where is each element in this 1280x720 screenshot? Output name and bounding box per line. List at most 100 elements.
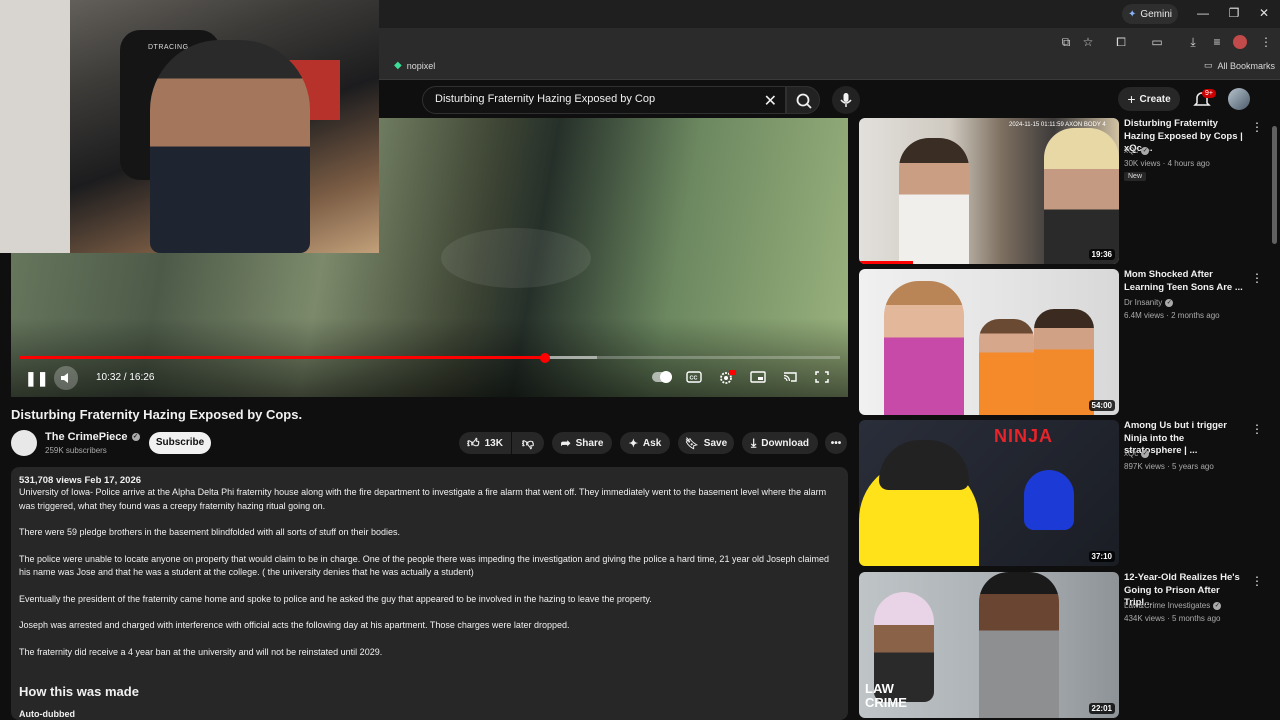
- recommendation-channel-label: Law&Crime Investigates: [1124, 601, 1211, 610]
- recommendation-item[interactable]: NINJA 37:10 Among Us but i trigger Ninja…: [859, 420, 1263, 566]
- fullscreen-icon[interactable]: [814, 370, 830, 386]
- all-bookmarks-button[interactable]: ▭ All Bookmarks: [1204, 60, 1275, 71]
- recommendation-channel[interactable]: Law&Crime Investigates ✓: [1124, 601, 1222, 610]
- share-button[interactable]: ➦ Share: [552, 432, 612, 454]
- thumbnail-title-text: NINJA: [994, 426, 1054, 446]
- channel-name[interactable]: The CrimePiece ✓: [45, 431, 140, 443]
- new-badge: New: [1124, 172, 1147, 181]
- cast-icon[interactable]: [782, 370, 798, 386]
- autoplay-toggle[interactable]: [651, 370, 673, 386]
- thumbs-down-icon: 👎︎: [521, 435, 535, 450]
- extensions-icon[interactable]: ⧠: [1113, 34, 1129, 50]
- create-label: Create: [1139, 93, 1171, 105]
- recommendation-channel[interactable]: xQc ✓: [1124, 449, 1150, 458]
- verified-icon: ✓: [1213, 601, 1222, 610]
- more-vertical-icon[interactable]: ⋮: [1251, 574, 1263, 588]
- bookmark-icon: 🔖︎: [684, 437, 699, 450]
- captions-icon[interactable]: CC: [686, 370, 702, 386]
- recommendation-thumbnail[interactable]: 2024-11-15 01:11:59 AXON BODY 4 19:36: [859, 118, 1119, 264]
- recommendation-channel-label: xQc: [1124, 449, 1139, 458]
- miniplayer-icon[interactable]: [750, 370, 766, 386]
- save-button[interactable]: 🔖︎ Save: [678, 432, 734, 454]
- autoplay-toggle-icon: [652, 371, 672, 383]
- share-icon: ➦: [560, 436, 571, 450]
- pause-icon[interactable]: ❚❚: [25, 370, 48, 386]
- thumbnail-person: [899, 138, 969, 264]
- thumbnail-caption: 2024-11-15 01:11:59 AXON BODY 4: [1009, 122, 1106, 128]
- sparkle-icon: ✦: [628, 437, 638, 450]
- recommendation-channel-label: xQc: [1124, 146, 1139, 155]
- search-box[interactable]: Disturbing Fraternity Hazing Exposed by …: [422, 86, 786, 114]
- folder-icon: ▭: [1204, 60, 1213, 70]
- profile-icon[interactable]: [1233, 35, 1247, 49]
- search-input[interactable]: Disturbing Fraternity Hazing Exposed by …: [435, 93, 655, 105]
- more-vertical-icon[interactable]: ⋮: [1251, 120, 1263, 134]
- more-actions-button[interactable]: •••: [825, 432, 847, 454]
- thumbnail-hat: [879, 440, 969, 490]
- description-paragraph: The police were unable to locate anyone …: [19, 553, 829, 578]
- webcam-streamer: [150, 40, 310, 253]
- video-frame-watermark: [441, 228, 591, 288]
- recommendation-thumbnail[interactable]: NINJA 37:10: [859, 420, 1119, 566]
- subscribe-button[interactable]: Subscribe: [149, 432, 211, 454]
- more-vertical-icon[interactable]: ⋮: [1251, 271, 1263, 285]
- thumbnail-suspect: [979, 572, 1059, 718]
- channel-avatar[interactable]: [11, 430, 37, 456]
- recommendation-channel[interactable]: Dr Insanity ✓: [1124, 298, 1174, 307]
- clear-search-icon[interactable]: ✕: [764, 91, 777, 111]
- recommendation-meta: 434K views · 5 months ago: [1124, 614, 1221, 623]
- sidebar-icon[interactable]: ▭: [1149, 34, 1165, 50]
- recommendation-channel-label: Dr Insanity: [1124, 298, 1163, 307]
- create-button[interactable]: + Create: [1118, 87, 1180, 111]
- verified-icon: ✓: [131, 433, 140, 441]
- search-button[interactable]: [786, 86, 820, 114]
- dislike-button[interactable]: 👎︎: [512, 432, 544, 454]
- like-button[interactable]: 👍︎ 13K: [459, 432, 511, 454]
- minimize-icon[interactable]: —: [1195, 6, 1211, 20]
- search-icon: [796, 93, 812, 109]
- all-bookmarks-label: All Bookmarks: [1217, 60, 1276, 71]
- video-duration: 37:10: [1088, 551, 1115, 562]
- recommendation-channel[interactable]: xQc ✓: [1124, 146, 1150, 155]
- how-this-was-made-heading: How this was made: [19, 684, 139, 699]
- voice-search-button[interactable]: [832, 86, 860, 114]
- description-box[interactable]: 531,708 views Feb 17, 2026 University of…: [11, 467, 848, 720]
- auto-dubbed-label: Auto-dubbed: [19, 709, 75, 719]
- download-icon[interactable]: ⤓: [1185, 34, 1201, 50]
- ask-button[interactable]: ✦ Ask: [620, 432, 670, 454]
- share-label: Share: [575, 437, 604, 449]
- recommendation-title[interactable]: Mom Shocked After Learning Teen Sons Are…: [1124, 269, 1244, 294]
- svg-text:CC: CC: [690, 376, 698, 382]
- bookmark-star-icon[interactable]: ☆: [1080, 34, 1096, 50]
- close-window-icon[interactable]: ✕: [1256, 6, 1272, 20]
- sidebar-scrollbar[interactable]: [1272, 126, 1277, 244]
- restore-icon[interactable]: ❐: [1226, 6, 1242, 20]
- recommendation-item[interactable]: 2024-11-15 01:11:59 AXON BODY 4 19:36 Di…: [859, 118, 1263, 264]
- recommendation-item[interactable]: LAW CRIME 22:01 12-Year-Old Realizes He'…: [859, 572, 1263, 718]
- gemini-button[interactable]: ✦ Gemini: [1122, 4, 1178, 24]
- recommendation-thumbnail[interactable]: 54:00: [859, 269, 1119, 415]
- microphone-icon: [840, 93, 852, 107]
- menu-kebab-icon[interactable]: ⋮: [1258, 34, 1274, 50]
- bookmark-nopixel-label: nopixel: [406, 60, 436, 71]
- video-duration: 22:01: [1088, 703, 1115, 714]
- volume-button[interactable]: [54, 366, 78, 390]
- volume-icon: [61, 373, 68, 383]
- media-control-icon[interactable]: ≡: [1209, 34, 1225, 50]
- settings-gear-icon[interactable]: [718, 370, 736, 386]
- install-app-icon[interactable]: ⧉: [1058, 34, 1074, 50]
- nopixel-favicon-icon: ◆: [394, 60, 402, 71]
- account-avatar[interactable]: [1228, 88, 1250, 110]
- progress-scrubber[interactable]: [540, 353, 550, 363]
- more-vertical-icon[interactable]: ⋮: [1251, 422, 1263, 436]
- description-paragraph: There were 59 pledge brothers in the bas…: [19, 527, 401, 537]
- description-paragraph: Eventually the president of the fraterni…: [19, 593, 652, 604]
- thumbnail-logo-line2: CRIME: [865, 695, 907, 710]
- recommendation-item[interactable]: 54:00 Mom Shocked After Learning Teen So…: [859, 269, 1263, 415]
- bookmark-nopixel[interactable]: ◆ nopixel: [394, 60, 435, 71]
- download-button[interactable]: ⤓ Download: [742, 432, 818, 454]
- recommendation-thumbnail[interactable]: LAW CRIME 22:01: [859, 572, 1119, 718]
- description-meta: 531,708 views Feb 17, 2026: [19, 475, 142, 486]
- description-paragraph: University of Iowa- Police arrive at the…: [19, 487, 827, 511]
- download-icon: ⤓: [750, 435, 757, 450]
